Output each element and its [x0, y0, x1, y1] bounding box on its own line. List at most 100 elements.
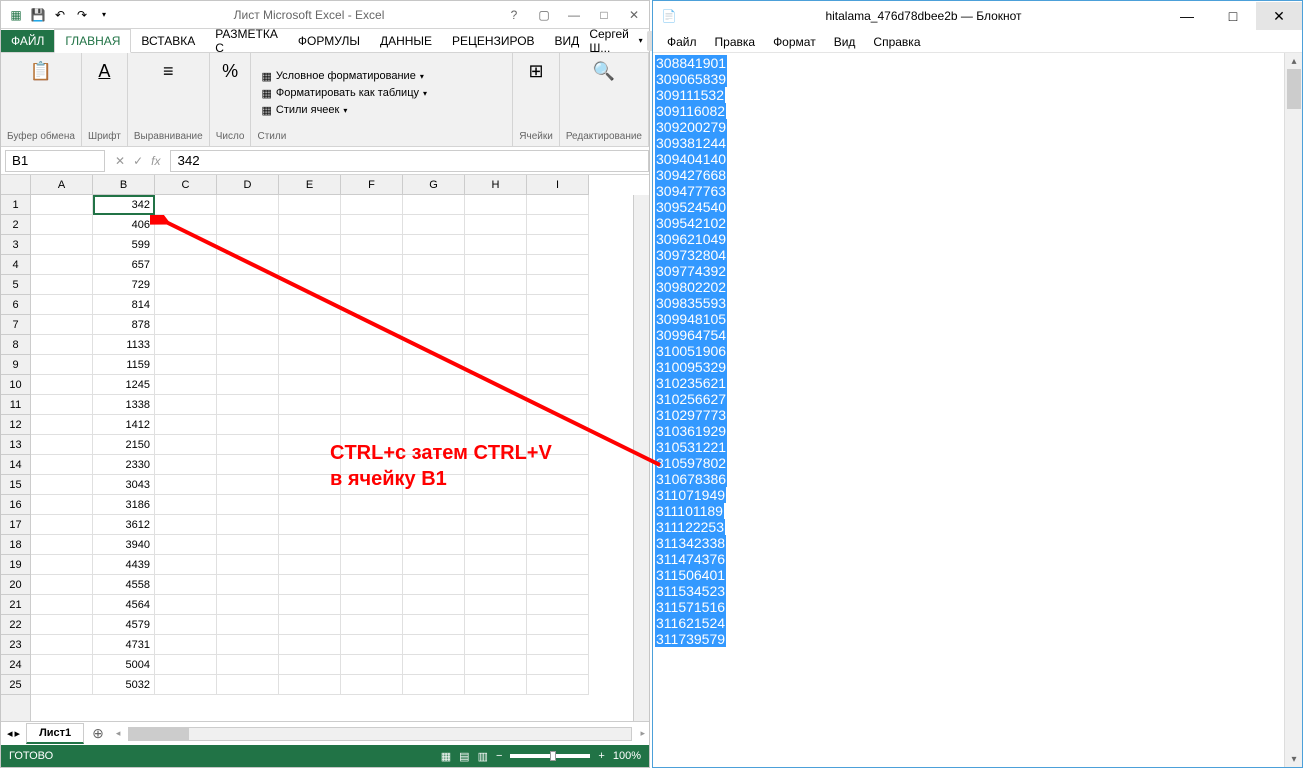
cell[interactable]	[341, 435, 403, 455]
close-icon[interactable]: ✕	[619, 3, 649, 27]
menu-help[interactable]: Справка	[865, 33, 928, 51]
cell[interactable]	[465, 415, 527, 435]
qat-dropdown-icon[interactable]: ▾	[95, 6, 113, 24]
fx-icon[interactable]: fx	[151, 154, 160, 168]
cell[interactable]	[527, 655, 589, 675]
select-all-corner[interactable]	[1, 175, 31, 195]
cell[interactable]	[527, 315, 589, 335]
cell[interactable]	[279, 675, 341, 695]
row-header[interactable]: 2	[1, 215, 30, 235]
cell[interactable]	[465, 275, 527, 295]
cell[interactable]: 3043	[93, 475, 155, 495]
cell[interactable]	[465, 615, 527, 635]
cell[interactable]	[217, 375, 279, 395]
cell[interactable]	[217, 315, 279, 335]
column-header[interactable]: A	[31, 175, 93, 194]
cell[interactable]	[279, 355, 341, 375]
cell[interactable]	[341, 595, 403, 615]
cell[interactable]	[341, 515, 403, 535]
cell[interactable]	[279, 275, 341, 295]
cell[interactable]	[155, 675, 217, 695]
row-header[interactable]: 24	[1, 655, 30, 675]
cell[interactable]	[527, 635, 589, 655]
cell[interactable]	[527, 475, 589, 495]
cell[interactable]	[341, 275, 403, 295]
tab-home[interactable]: ГЛАВНАЯ	[54, 29, 131, 53]
cell[interactable]: 814	[93, 295, 155, 315]
cell[interactable]	[31, 195, 93, 215]
cell[interactable]	[465, 215, 527, 235]
cell[interactable]	[465, 475, 527, 495]
cell[interactable]	[31, 515, 93, 535]
maximize-icon[interactable]: □	[1210, 2, 1256, 30]
cell[interactable]	[31, 215, 93, 235]
row-header[interactable]: 16	[1, 495, 30, 515]
editing-button[interactable]: 🔍	[590, 57, 618, 85]
cell[interactable]	[217, 435, 279, 455]
cell[interactable]	[527, 255, 589, 275]
cell[interactable]	[155, 275, 217, 295]
cell[interactable]	[465, 455, 527, 475]
cell[interactable]	[403, 535, 465, 555]
row-header[interactable]: 18	[1, 535, 30, 555]
cell[interactable]	[279, 195, 341, 215]
cell[interactable]	[279, 575, 341, 595]
cell[interactable]: 342	[93, 195, 155, 215]
column-header[interactable]: I	[527, 175, 589, 194]
cell[interactable]	[217, 355, 279, 375]
cell[interactable]	[217, 475, 279, 495]
cell[interactable]	[155, 295, 217, 315]
cell[interactable]	[279, 335, 341, 355]
sheet-next-icon[interactable]: ▸	[15, 727, 21, 740]
cell[interactable]	[217, 575, 279, 595]
cell[interactable]	[31, 295, 93, 315]
cell[interactable]	[279, 235, 341, 255]
cell[interactable]	[279, 455, 341, 475]
cell[interactable]	[31, 235, 93, 255]
alignment-button[interactable]: ≡	[154, 57, 182, 85]
view-pagelayout-icon[interactable]: ▤	[459, 750, 469, 763]
cell[interactable]: 2330	[93, 455, 155, 475]
cell[interactable]	[527, 515, 589, 535]
cell[interactable]	[527, 295, 589, 315]
cell[interactable]	[465, 495, 527, 515]
cell[interactable]	[527, 215, 589, 235]
cell[interactable]	[341, 395, 403, 415]
scroll-down-icon[interactable]: ▾	[1285, 751, 1302, 767]
cell[interactable]: 4439	[93, 555, 155, 575]
sheet-tab[interactable]: Лист1	[26, 723, 84, 744]
cell[interactable]: 3186	[93, 495, 155, 515]
row-header[interactable]: 11	[1, 395, 30, 415]
cell[interactable]	[217, 495, 279, 515]
cell[interactable]	[31, 255, 93, 275]
cell[interactable]	[279, 215, 341, 235]
cell[interactable]	[155, 635, 217, 655]
cell[interactable]	[403, 295, 465, 315]
add-sheet-button[interactable]: ⊕	[84, 725, 112, 742]
zoom-out-icon[interactable]: −	[496, 750, 502, 762]
cell[interactable]	[217, 555, 279, 575]
cell[interactable]	[403, 275, 465, 295]
sheet-prev-icon[interactable]: ◂	[7, 727, 13, 740]
cell[interactable]	[279, 535, 341, 555]
cell[interactable]	[465, 255, 527, 275]
cell[interactable]	[217, 615, 279, 635]
menu-view[interactable]: Вид	[826, 33, 864, 51]
cell[interactable]	[155, 415, 217, 435]
user-dropdown-icon[interactable]: ▾	[639, 36, 643, 45]
column-header[interactable]: E	[279, 175, 341, 194]
cell[interactable]	[465, 295, 527, 315]
cell[interactable]	[279, 615, 341, 635]
cell[interactable]	[155, 395, 217, 415]
cell[interactable]	[31, 455, 93, 475]
format-table-button[interactable]: ▦Форматировать как таблицу▾	[257, 86, 506, 101]
zoom-in-icon[interactable]: +	[598, 750, 604, 762]
notepad-textarea[interactable]: 3088419013090658393091115323091160823092…	[653, 53, 1284, 767]
cell[interactable]	[465, 655, 527, 675]
cell[interactable]	[31, 435, 93, 455]
cell[interactable]	[403, 455, 465, 475]
cell[interactable]	[465, 635, 527, 655]
cell[interactable]	[155, 655, 217, 675]
undo-icon[interactable]: ↶	[51, 6, 69, 24]
cell[interactable]	[155, 355, 217, 375]
